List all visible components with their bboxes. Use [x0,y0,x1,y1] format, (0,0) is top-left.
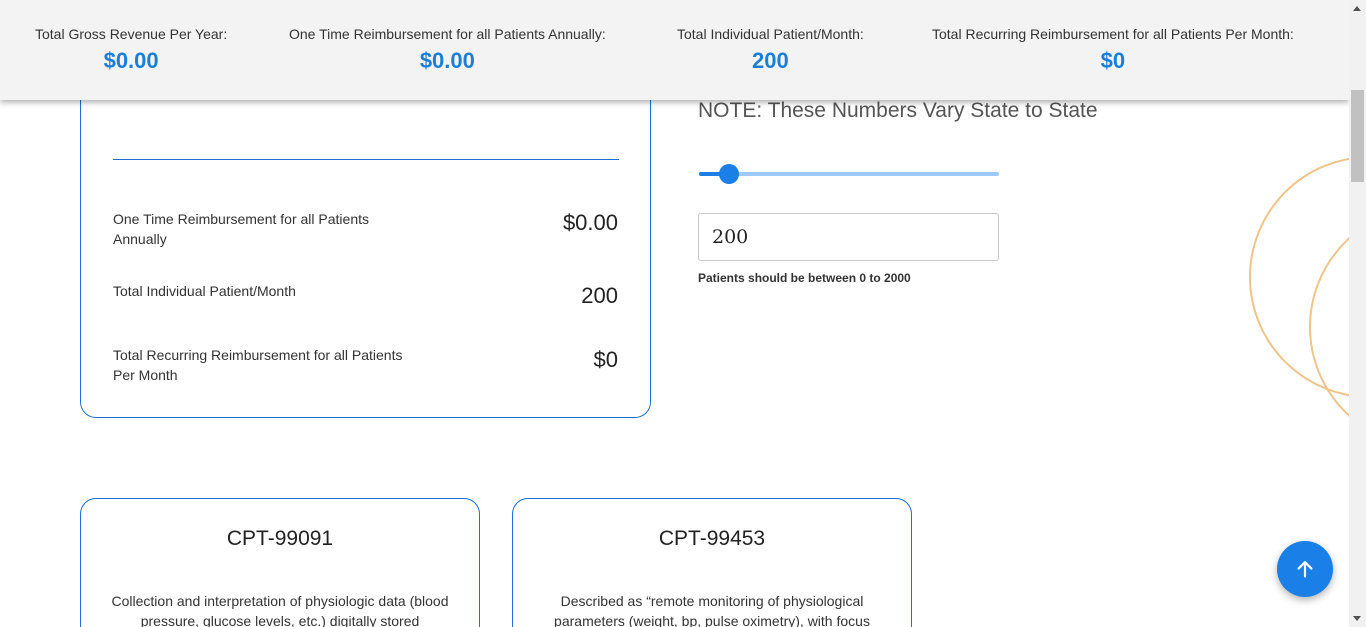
row-value-patients: 200 [581,283,618,308]
cpt-card: CPT-99091 Collection and interpretation … [80,498,480,627]
page: Total Gross Revenue Per Year: $0.00 One … [0,0,1366,627]
scroll-up-arrow-icon[interactable] [1353,6,1361,11]
decorative-circles [1249,156,1366,430]
scroll-to-top-button[interactable] [1277,541,1333,597]
stat-value: $0.00 [103,48,159,73]
patients-input[interactable] [698,213,999,261]
stat-value: $0 [1100,48,1126,73]
scroll-thumb[interactable] [1351,90,1364,182]
scroll-down-arrow-icon[interactable] [1353,616,1361,621]
cpt-description: Described as “remote monitoring of physi… [554,593,870,627]
cpt-card: CPT-99453 Described as “remote monitorin… [512,498,912,627]
cpt-title: CPT-99091 [226,527,334,550]
stat-label: Total Individual Patient/Month: [677,26,864,42]
stat-onetime-reimbursement: One Time Reimbursement for all Patients … [289,26,606,74]
patients-slider[interactable] [699,164,999,184]
row-label-recurring: Total Recurring Reimbursement for all Pa… [113,347,403,383]
stat-label: Total Recurring Reimbursement for all Pa… [932,26,1294,42]
slider-thumb[interactable] [719,164,739,184]
cpt-description: Collection and interpretation of physiol… [111,593,449,627]
stat-label: Total Gross Revenue Per Year: [35,26,228,42]
stat-patients-month: Total Individual Patient/Month: 200 [677,26,864,74]
row-value-recurring: $0 [593,347,618,372]
cpt-title: CPT-99453 [658,527,766,550]
row-label-onetime: One Time Reimbursement for all Patients … [113,211,369,247]
card-divider [113,159,619,160]
stat-recurring-reimbursement: Total Recurring Reimbursement for all Pa… [932,26,1294,74]
summary-bar: Total Gross Revenue Per Year: $0.00 One … [0,0,1349,100]
patients-range-hint: Patients should be between 0 to 2000 [698,271,911,285]
stat-gross-revenue: Total Gross Revenue Per Year: $0.00 [35,26,227,74]
row-value-onetime: $0.00 [562,210,618,235]
stat-label: One Time Reimbursement for all Patients … [289,26,606,42]
arrow-up-icon [1297,561,1313,578]
state-variation-note: NOTE: These Numbers Vary State to State [698,99,1098,122]
row-label-patients: Total Individual Patient/Month [113,283,296,299]
page-scrollbar[interactable] [1349,0,1366,627]
stat-value: $0.00 [419,48,475,73]
stat-value: 200 [752,48,789,73]
